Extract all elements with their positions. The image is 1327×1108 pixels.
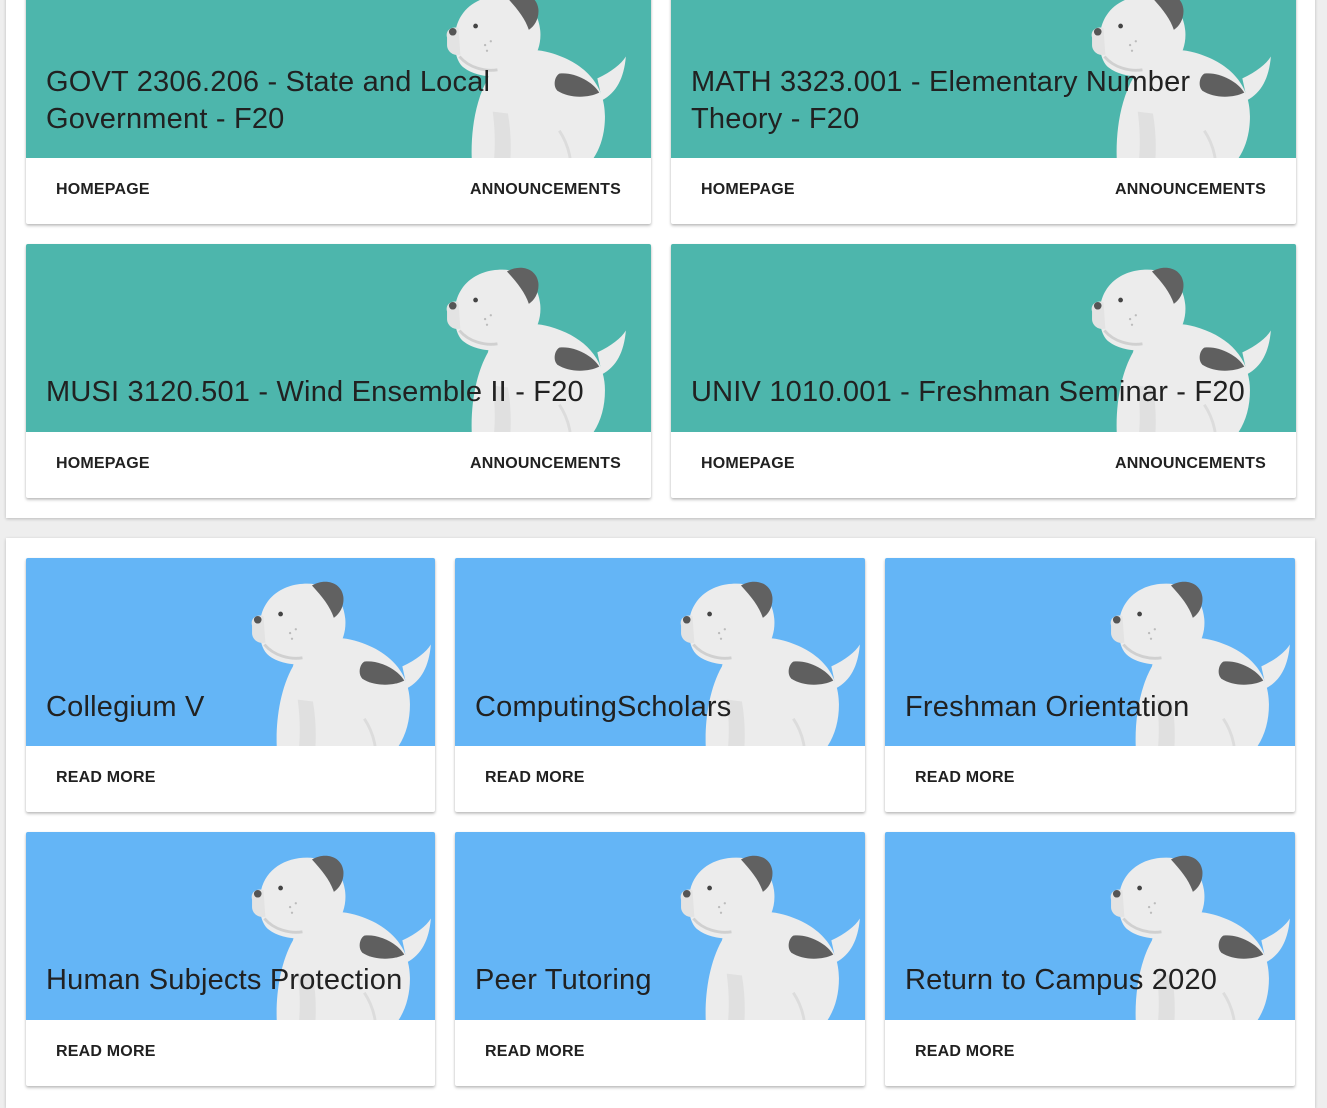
homepage-button[interactable]: HOMEPAGE: [701, 455, 795, 473]
organization-card: Human Subjects Protection READ MORE: [26, 832, 435, 1086]
organization-title[interactable]: ComputingScholars: [475, 689, 845, 726]
card-actions: HOMEPAGE ANNOUNCEMENTS: [26, 158, 651, 224]
homepage-button[interactable]: HOMEPAGE: [56, 455, 150, 473]
organization-title[interactable]: Human Subjects Protection: [46, 962, 435, 999]
organization-title[interactable]: Freshman Orientation: [905, 689, 1275, 726]
card-actions: READ MORE: [455, 746, 865, 812]
read-more-button[interactable]: READ MORE: [915, 1043, 1015, 1061]
organization-banner: Freshman Orientation: [885, 558, 1295, 746]
homepage-button[interactable]: HOMEPAGE: [701, 181, 795, 199]
course-title[interactable]: UNIV 1010.001 - Freshman Seminar - F20: [691, 374, 1276, 411]
organization-banner: Peer Tutoring: [455, 832, 865, 1020]
course-banner: MATH 3323.001 - Elementary Number Theory…: [671, 0, 1296, 158]
course-title[interactable]: MATH 3323.001 - Elementary Number Theory…: [691, 64, 1276, 138]
read-more-button[interactable]: READ MORE: [485, 1043, 585, 1061]
card-actions: READ MORE: [885, 1020, 1295, 1086]
course-title[interactable]: GOVT 2306.206 - State and Local Governme…: [46, 64, 631, 138]
course-card: MATH 3323.001 - Elementary Number Theory…: [671, 0, 1296, 224]
read-more-button[interactable]: READ MORE: [56, 769, 156, 787]
card-actions: HOMEPAGE ANNOUNCEMENTS: [671, 432, 1296, 498]
card-actions: READ MORE: [885, 746, 1295, 812]
course-banner: UNIV 1010.001 - Freshman Seminar - F20: [671, 244, 1296, 432]
card-actions: READ MORE: [26, 1020, 435, 1086]
organization-title[interactable]: Peer Tutoring: [475, 962, 845, 999]
announcements-button[interactable]: ANNOUNCEMENTS: [470, 455, 621, 473]
course-banner: GOVT 2306.206 - State and Local Governme…: [26, 0, 651, 158]
read-more-button[interactable]: READ MORE: [915, 769, 1015, 787]
course-banner: MUSI 3120.501 - Wind Ensemble II - F20: [26, 244, 651, 432]
organization-banner: Collegium V: [26, 558, 435, 746]
organization-card: Freshman Orientation READ MORE: [885, 558, 1295, 812]
announcements-button[interactable]: ANNOUNCEMENTS: [1115, 181, 1266, 199]
organization-card: ComputingScholars READ MORE: [455, 558, 865, 812]
course-card: GOVT 2306.206 - State and Local Governme…: [26, 0, 651, 224]
course-card: MUSI 3120.501 - Wind Ensemble II - F20 H…: [26, 244, 651, 498]
card-actions: READ MORE: [455, 1020, 865, 1086]
announcements-button[interactable]: ANNOUNCEMENTS: [470, 181, 621, 199]
card-actions: HOMEPAGE ANNOUNCEMENTS: [671, 158, 1296, 224]
homepage-button[interactable]: HOMEPAGE: [56, 181, 150, 199]
organization-card: Return to Campus 2020 READ MORE: [885, 832, 1295, 1086]
organization-card: Peer Tutoring READ MORE: [455, 832, 865, 1086]
read-more-button[interactable]: READ MORE: [56, 1043, 156, 1061]
course-card: UNIV 1010.001 - Freshman Seminar - F20 H…: [671, 244, 1296, 498]
announcements-button[interactable]: ANNOUNCEMENTS: [1115, 455, 1266, 473]
organization-title[interactable]: Return to Campus 2020: [905, 962, 1275, 999]
course-title[interactable]: MUSI 3120.501 - Wind Ensemble II - F20: [46, 374, 631, 411]
organization-title[interactable]: Collegium V: [46, 689, 415, 726]
card-actions: HOMEPAGE ANNOUNCEMENTS: [26, 432, 651, 498]
organization-banner: Return to Campus 2020: [885, 832, 1295, 1020]
organization-banner: ComputingScholars: [455, 558, 865, 746]
read-more-button[interactable]: READ MORE: [485, 769, 585, 787]
organization-banner: Human Subjects Protection: [26, 832, 435, 1020]
organization-card: Collegium V READ MORE: [26, 558, 435, 812]
card-actions: READ MORE: [26, 746, 435, 812]
